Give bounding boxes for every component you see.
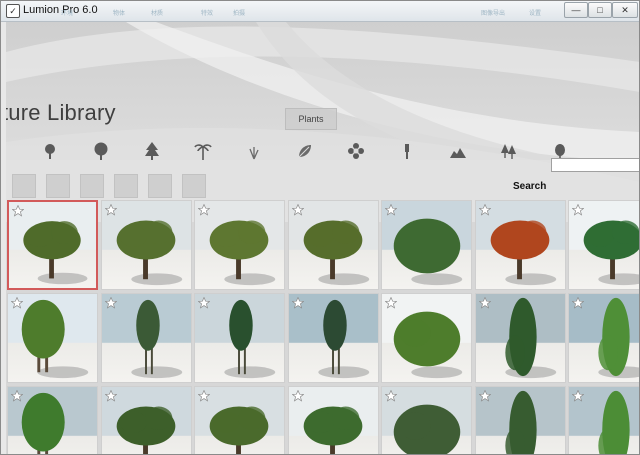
favorite-star-icon[interactable] xyxy=(478,297,491,309)
category-forest[interactable] xyxy=(488,133,530,169)
plant-thumbnail[interactable] xyxy=(568,293,639,383)
category-rock[interactable] xyxy=(437,133,479,169)
palm-icon xyxy=(194,144,212,160)
application-window: ✓ Lumion Pro 6.0 环境 物体 材质 特效 拍摄 图像导出 设置 … xyxy=(0,0,640,455)
category-bar xyxy=(6,133,639,171)
tab-plants[interactable]: Plants xyxy=(285,108,337,130)
library-heading: ture Library xyxy=(6,100,116,125)
subcategory-slot[interactable] xyxy=(114,174,138,198)
plant-thumbnail[interactable] xyxy=(194,200,285,290)
search-label: Search xyxy=(513,181,547,192)
category-grass[interactable] xyxy=(233,133,275,169)
plant-thumbnail[interactable] xyxy=(287,293,379,383)
favorite-star-icon[interactable] xyxy=(572,204,584,216)
ghost-label: 特效 xyxy=(201,11,214,17)
ghost-label: 图像导出 xyxy=(481,11,506,17)
favorite-star-icon[interactable] xyxy=(104,204,117,216)
category-figure[interactable] xyxy=(386,133,428,169)
conifer-icon xyxy=(145,142,159,160)
favorite-star-icon[interactable] xyxy=(478,204,491,216)
plant-thumbnail[interactable] xyxy=(100,386,192,454)
favorite-star-icon[interactable] xyxy=(198,297,210,309)
ghost-label: 物体 xyxy=(113,11,126,17)
favorite-star-icon[interactable] xyxy=(572,297,584,309)
plant-thumbnail[interactable] xyxy=(100,200,192,290)
plant-thumbnail[interactable] xyxy=(287,386,379,454)
category-palm[interactable] xyxy=(182,133,224,169)
subcategory-slot[interactable] xyxy=(12,174,36,198)
ghost-label: 设置 xyxy=(529,11,542,17)
plant-thumbnail[interactable] xyxy=(194,293,285,383)
plant-thumbnail[interactable] xyxy=(568,200,639,290)
subcategory-slot[interactable] xyxy=(46,174,70,198)
plant-thumbnail[interactable] xyxy=(7,200,98,290)
favorite-star-icon[interactable] xyxy=(385,297,397,309)
favorite-star-icon[interactable] xyxy=(198,390,210,402)
flower-icon xyxy=(348,143,364,159)
favorite-star-icon[interactable] xyxy=(291,297,304,309)
round-tree-icon xyxy=(94,142,108,160)
favorite-star-icon[interactable] xyxy=(11,297,23,309)
plant-thumbnail[interactable] xyxy=(381,386,472,454)
grass-icon xyxy=(249,147,259,160)
favorite-star-icon[interactable] xyxy=(104,297,117,309)
ghost-label: 材质 xyxy=(151,11,164,17)
figure-icon xyxy=(405,144,409,159)
plant-thumbnail[interactable] xyxy=(194,386,285,454)
favorite-star-icon[interactable] xyxy=(291,390,304,402)
category-small-tree[interactable] xyxy=(29,133,71,169)
small-tree-icon xyxy=(45,144,55,159)
subcategory-slot[interactable] xyxy=(80,174,104,198)
title-bar: ✓ Lumion Pro 6.0 环境 物体 材质 特效 拍摄 图像导出 设置 … xyxy=(1,1,639,22)
favorite-star-icon[interactable] xyxy=(12,205,24,217)
plant-thumbnail[interactable] xyxy=(7,293,98,383)
category-conifer[interactable] xyxy=(131,133,173,169)
favorite-star-icon[interactable] xyxy=(572,390,584,402)
plant-thumbnail[interactable] xyxy=(474,293,566,383)
leaf-icon xyxy=(298,145,311,158)
subcategory-slot[interactable] xyxy=(148,174,172,198)
favorite-star-icon[interactable] xyxy=(385,390,397,402)
ghost-label: 拍摄 xyxy=(233,11,246,17)
subcategory-slot[interactable] xyxy=(182,174,206,198)
favorite-star-icon[interactable] xyxy=(198,204,210,216)
plant-thumbnail[interactable] xyxy=(100,293,192,383)
lumion-logo-icon: ✓ xyxy=(6,4,20,18)
plant-thumbnail[interactable] xyxy=(381,200,472,290)
ghost-label: 环境 xyxy=(61,11,74,17)
favorite-star-icon[interactable] xyxy=(478,390,491,402)
category-flower[interactable] xyxy=(335,133,377,169)
plant-thumbnail[interactable] xyxy=(568,386,639,454)
favorite-star-icon[interactable] xyxy=(104,390,117,402)
close-button[interactable]: ✕ xyxy=(612,2,638,18)
category-round-tree[interactable] xyxy=(80,133,122,169)
search-input[interactable] xyxy=(551,158,639,172)
favorite-star-icon[interactable] xyxy=(385,204,397,216)
plant-thumbnail-grid xyxy=(1,200,639,454)
plant-thumbnail[interactable] xyxy=(474,386,566,454)
forest-icon xyxy=(501,144,516,159)
favorite-star-icon[interactable] xyxy=(11,390,23,402)
minimize-button[interactable]: — xyxy=(564,2,588,18)
maximize-button[interactable]: □ xyxy=(588,2,612,18)
favorite-star-icon[interactable] xyxy=(291,204,304,216)
plant-thumbnail[interactable] xyxy=(287,200,379,290)
plant-thumbnail[interactable] xyxy=(474,200,566,290)
rock-icon xyxy=(450,148,466,158)
plant-thumbnail[interactable] xyxy=(381,293,472,383)
category-leaf[interactable] xyxy=(284,133,326,169)
plant-thumbnail[interactable] xyxy=(7,386,98,454)
